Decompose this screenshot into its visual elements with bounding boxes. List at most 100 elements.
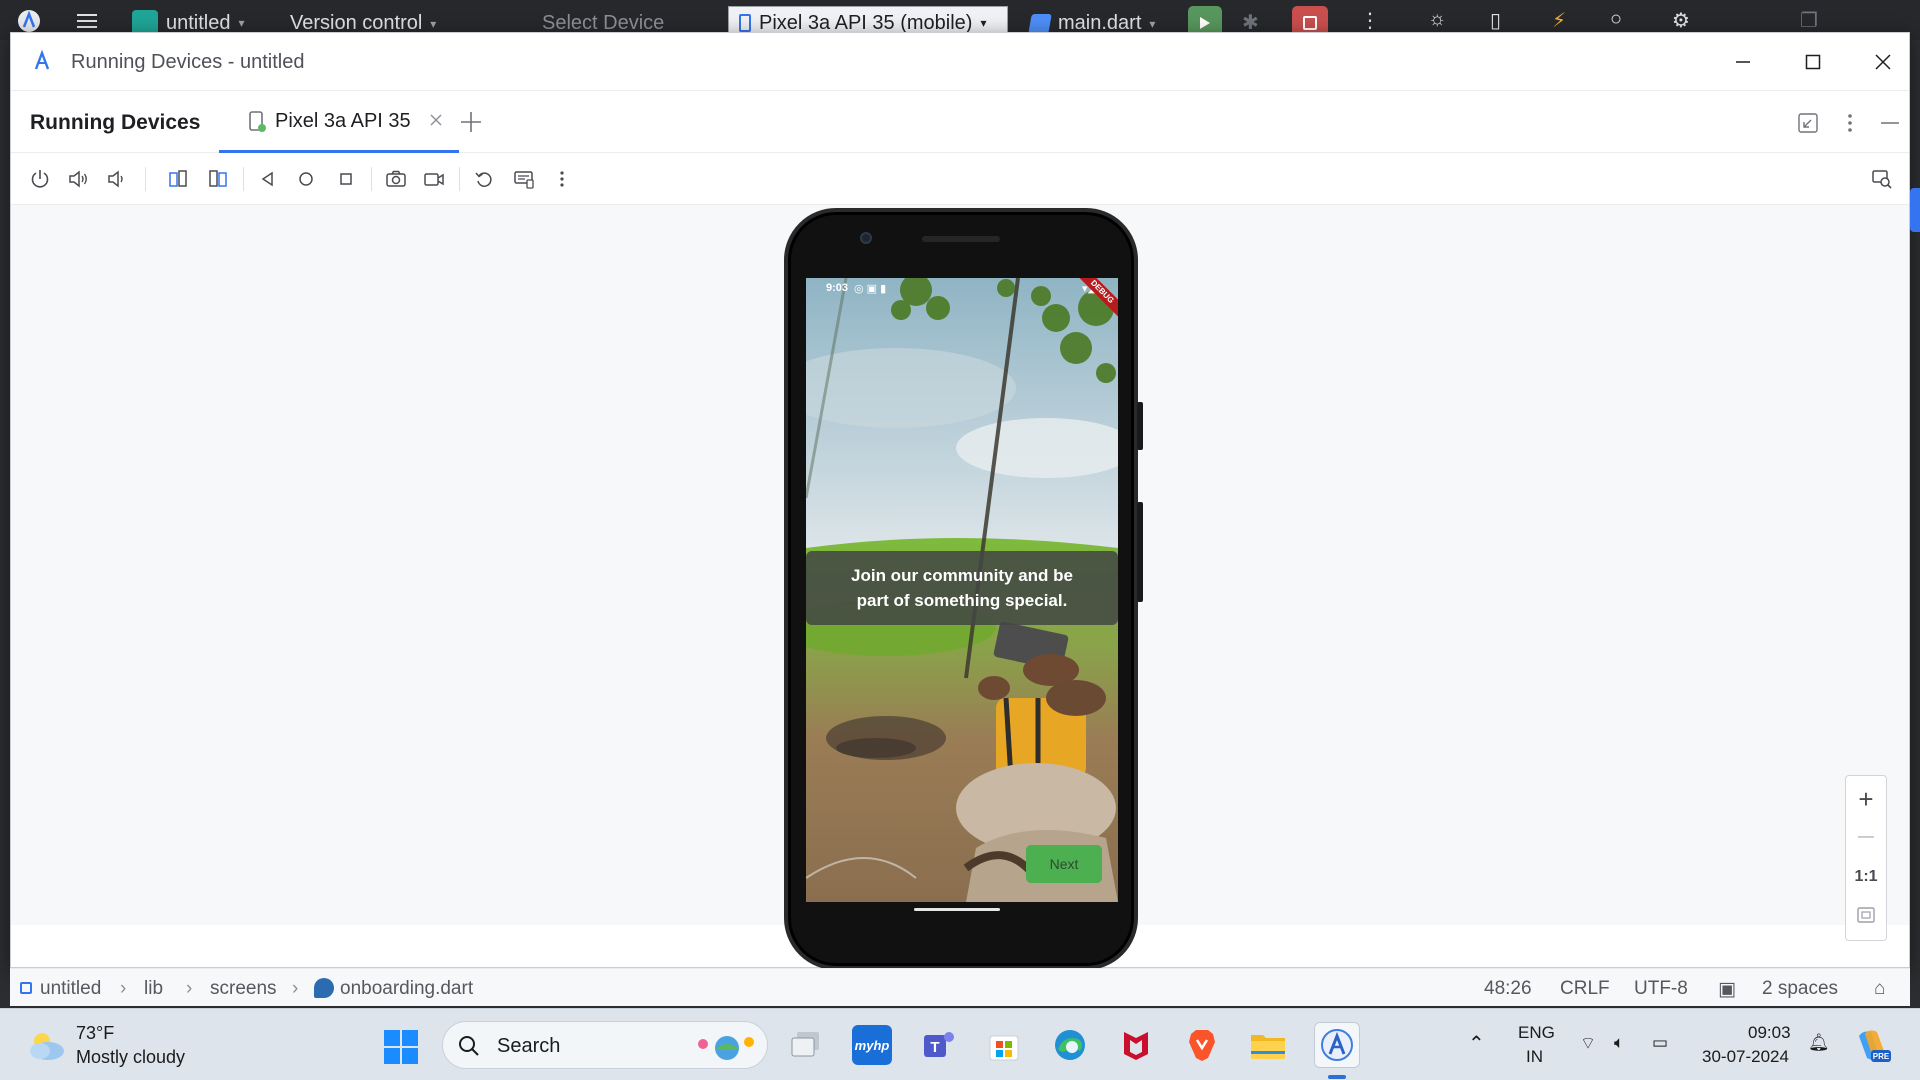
- chevron-right-icon: ›: [292, 978, 299, 999]
- power-button[interactable]: [25, 164, 55, 194]
- weather-cloud-icon[interactable]: [26, 1029, 66, 1061]
- wifi-icon[interactable]: ⌔: [1580, 1033, 1596, 1054]
- main-menu-icon[interactable]: [74, 8, 100, 34]
- chevron-right-icon: ›: [186, 978, 193, 999]
- line-separator[interactable]: CRLF: [1560, 978, 1610, 1000]
- screenshot-icon: [386, 170, 406, 187]
- volume-key[interactable]: [1137, 502, 1143, 602]
- edge-browser-icon[interactable]: [1050, 1025, 1090, 1065]
- lock-icon[interactable]: ⌂: [1874, 978, 1885, 1000]
- close-tab-icon[interactable]: [427, 111, 445, 129]
- dock-window-icon[interactable]: [1795, 110, 1821, 136]
- settings-icon[interactable]: ⚙: [1672, 8, 1690, 33]
- volume-up-icon: [69, 170, 87, 188]
- input-region[interactable]: IN: [1526, 1047, 1543, 1067]
- device-screen[interactable]: 9:03 ◎ ▣ ▮ ▾◢▮ DEBUG Join our community …: [806, 278, 1118, 902]
- file-explorer-icon[interactable]: [1248, 1025, 1288, 1065]
- screenshot-button[interactable]: [381, 164, 411, 194]
- task-view-icon[interactable]: [786, 1025, 826, 1065]
- dart-file-icon: [314, 978, 334, 998]
- restore-icon[interactable]: ❐: [1800, 8, 1818, 33]
- indent-setting[interactable]: 2 spaces: [1762, 978, 1838, 1000]
- notification-bell-icon[interactable]: 🔔︎: [1808, 1033, 1830, 1053]
- file-encoding[interactable]: UTF-8: [1634, 978, 1688, 1000]
- search-icon: [459, 1036, 479, 1056]
- minimize-button[interactable]: [1725, 45, 1761, 79]
- microsoft-store-icon[interactable]: [984, 1025, 1024, 1065]
- home-icon: [299, 172, 313, 186]
- tab-pixel-3a[interactable]: Pixel 3a API 35: [219, 91, 459, 153]
- hide-window-icon[interactable]: [1877, 110, 1903, 136]
- bug-icon[interactable]: ☼: [1428, 8, 1446, 31]
- input-language[interactable]: ENG: [1518, 1023, 1555, 1043]
- screen-record-icon: [424, 173, 444, 186]
- volume-down-button[interactable]: [101, 164, 131, 194]
- chevron-down-icon: ▾: [1149, 16, 1156, 31]
- breadcrumb-item[interactable]: screens: [210, 978, 277, 1000]
- android-studio-taskbar-icon[interactable]: [1314, 1022, 1360, 1068]
- window-titlebar: Running Devices - untitled: [11, 33, 1909, 91]
- readonly-toggle-icon[interactable]: ▣: [1718, 978, 1736, 1001]
- maximize-button[interactable]: [1795, 45, 1831, 79]
- options-menu-icon[interactable]: [1837, 110, 1863, 136]
- breadcrumb-item[interactable]: onboarding.dart: [340, 978, 473, 1000]
- more-actions-button[interactable]: [547, 164, 577, 194]
- taskbar-search[interactable]: Search: [442, 1021, 768, 1069]
- device-toolbar: [11, 153, 1909, 205]
- rotate-left-button[interactable]: [163, 164, 193, 194]
- toolbar-separator: [459, 167, 460, 191]
- weather-description[interactable]: Mostly cloudy: [76, 1047, 185, 1068]
- front-camera: [860, 232, 872, 244]
- toolbar-separator: [243, 167, 244, 191]
- zoom-out-button[interactable]: —: [1846, 818, 1886, 856]
- inspect-layout-button[interactable]: [1867, 164, 1897, 194]
- next-button[interactable]: Next: [1026, 845, 1102, 883]
- breadcrumb-item[interactable]: untitled: [40, 978, 101, 1000]
- weather-temperature[interactable]: 73°F: [76, 1023, 114, 1044]
- myhp-app-icon[interactable]: my hp: [852, 1025, 892, 1065]
- close-icon: [1875, 54, 1891, 70]
- copilot-badge: PRE: [1873, 1052, 1890, 1061]
- chevron-down-icon: ▾: [430, 16, 437, 31]
- hot-reload-icon[interactable]: ⚡: [1552, 8, 1566, 33]
- android-status-bar: 9:03 ◎ ▣ ▮ ▾◢▮: [806, 278, 1118, 298]
- back-button[interactable]: [253, 164, 283, 194]
- add-device-icon[interactable]: [457, 108, 485, 136]
- windows-taskbar: 73°F Mostly cloudy Search my hp T ⌃ ENG I…: [0, 1008, 1920, 1080]
- zoom-in-button[interactable]: +: [1846, 780, 1886, 818]
- copilot-icon[interactable]: PRE: [1852, 1025, 1892, 1065]
- mcafee-icon[interactable]: [1116, 1025, 1156, 1065]
- phone-frame: 9:03 ◎ ▣ ▮ ▾◢▮ DEBUG Join our community …: [784, 208, 1143, 970]
- fit-screen-button[interactable]: [1846, 896, 1886, 934]
- overview-button[interactable]: [331, 164, 361, 194]
- breadcrumb-item[interactable]: lib: [144, 978, 163, 1000]
- brave-browser-icon[interactable]: [1182, 1025, 1222, 1065]
- screen-record-button[interactable]: [419, 164, 449, 194]
- gesture-home-bar[interactable]: [914, 908, 1000, 911]
- more-vertical-icon[interactable]: ⋮: [1360, 8, 1380, 33]
- dart-icon: [1028, 13, 1052, 34]
- start-button[interactable]: [383, 1029, 419, 1065]
- play-icon: [1200, 17, 1210, 29]
- back-icon: [261, 171, 273, 187]
- volume-up-button[interactable]: [63, 164, 93, 194]
- svg-text:T: T: [930, 1039, 939, 1056]
- teams-app-icon[interactable]: T: [918, 1025, 958, 1065]
- clock-time[interactable]: 09:03: [1748, 1023, 1791, 1043]
- android-studio-logo-icon[interactable]: [16, 8, 42, 34]
- power-key[interactable]: [1137, 402, 1143, 450]
- rotate-right-button[interactable]: [203, 164, 233, 194]
- reset-button[interactable]: [469, 164, 499, 194]
- search-everywhere-icon[interactable]: ○: [1610, 8, 1622, 31]
- home-button[interactable]: [291, 164, 321, 194]
- speaker-icon[interactable]: 🔈︎: [1614, 1033, 1624, 1053]
- keyboard-button[interactable]: [509, 164, 539, 194]
- battery-charging-icon[interactable]: ▭: [1652, 1033, 1668, 1053]
- show-hidden-icons-chevron[interactable]: ⌃: [1468, 1031, 1485, 1056]
- cursor-position[interactable]: 48:26: [1484, 978, 1532, 1000]
- close-button[interactable]: [1865, 45, 1901, 79]
- actual-size-button[interactable]: 1:1: [1846, 858, 1886, 896]
- clock-date[interactable]: 30-07-2024: [1702, 1047, 1789, 1067]
- tool-window-title: Running Devices: [30, 111, 201, 134]
- device-manager-icon[interactable]: ▯: [1490, 8, 1501, 33]
